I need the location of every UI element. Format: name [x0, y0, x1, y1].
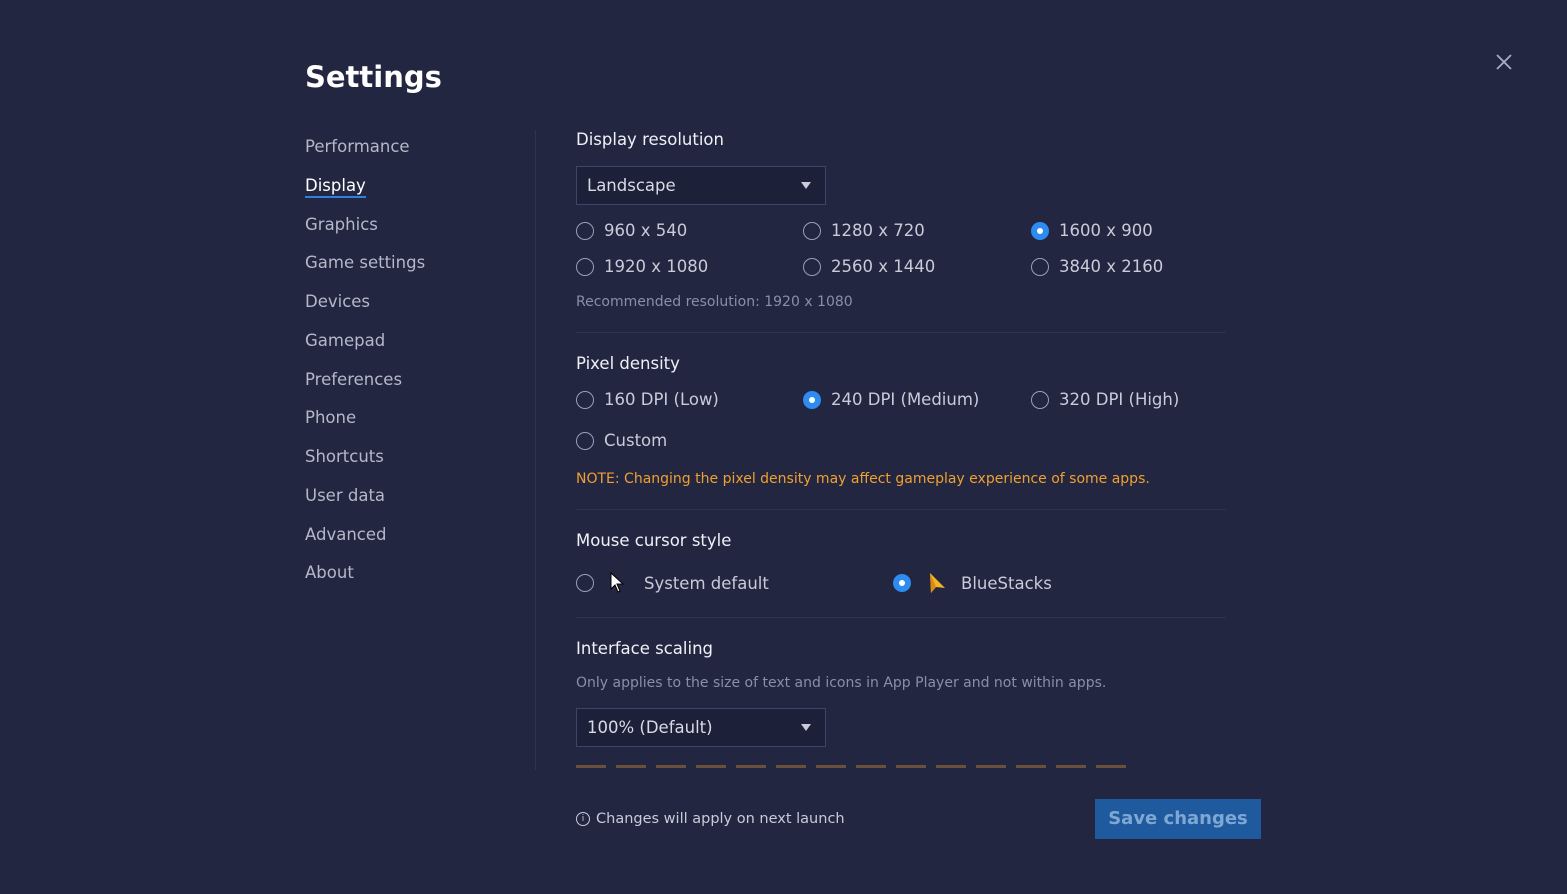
- sidebar-item-devices[interactable]: Devices: [305, 292, 370, 311]
- radio-label: Custom: [604, 431, 668, 450]
- radio-label: BlueStacks: [961, 573, 1052, 593]
- info-icon: i: [576, 812, 590, 826]
- radio-icon: [576, 574, 594, 592]
- pixel-density-note: NOTE: Changing the pixel density may aff…: [576, 471, 1150, 487]
- resolution-radio-1280[interactable]: 1280 x 720: [803, 221, 925, 240]
- resolution-radio-1600[interactable]: 1600 x 900: [1031, 221, 1153, 240]
- radio-label: System default: [644, 573, 769, 593]
- divider: [576, 332, 1226, 333]
- chevron-down-icon: [801, 724, 811, 731]
- pixel-density-heading: Pixel density: [576, 354, 680, 373]
- scaling-value: 100% (Default): [587, 718, 713, 737]
- dpi-radio-320[interactable]: 320 DPI (High): [1031, 390, 1179, 409]
- sidebar-item-advanced[interactable]: Advanced: [305, 525, 387, 544]
- radio-icon: [576, 257, 594, 276]
- dpi-radio-160[interactable]: 160 DPI (Low): [576, 390, 719, 409]
- radio-label: 1280 x 720: [831, 221, 925, 240]
- chevron-down-icon: [801, 182, 811, 189]
- sidebar-item-preferences[interactable]: Preferences: [305, 370, 402, 389]
- dpi-radio-custom[interactable]: Custom: [576, 431, 667, 450]
- radio-icon: [576, 221, 594, 240]
- scaling-dropdown[interactable]: 100% (Default): [576, 708, 826, 747]
- divider: [576, 509, 1226, 510]
- radio-icon: [576, 390, 594, 409]
- sidebar-item-user-data[interactable]: User data: [305, 486, 385, 505]
- sidebar-item-game-settings[interactable]: Game settings: [305, 253, 425, 272]
- radio-label: 1920 x 1080: [604, 257, 709, 276]
- sidebar-item-about[interactable]: About: [305, 563, 354, 582]
- close-icon[interactable]: [1492, 50, 1516, 74]
- orientation-value: Landscape: [587, 176, 676, 195]
- mouse-cursor-heading: Mouse cursor style: [576, 531, 732, 550]
- clipped-note: [576, 765, 1136, 768]
- page-title: Settings: [305, 60, 442, 94]
- dpi-radio-240[interactable]: 240 DPI (Medium): [803, 390, 979, 409]
- cursor-radio-system-default[interactable]: System default: [576, 572, 769, 594]
- footer-info-text: Changes will apply on next launch: [596, 811, 845, 827]
- recommended-resolution: Recommended resolution: 1920 x 1080: [576, 294, 853, 310]
- radio-icon: [803, 221, 821, 240]
- radio-icon: [1031, 390, 1049, 409]
- radio-label: 320 DPI (High): [1059, 390, 1180, 409]
- resolution-radio-2560[interactable]: 2560 x 1440: [803, 257, 935, 276]
- radio-label: 3840 x 2160: [1059, 257, 1164, 276]
- radio-icon: [1031, 257, 1049, 276]
- sidebar-item-graphics[interactable]: Graphics: [305, 215, 378, 234]
- radio-label: 2560 x 1440: [831, 257, 936, 276]
- save-changes-button[interactable]: Save changes: [1095, 799, 1261, 839]
- footer-info: i Changes will apply on next launch: [576, 811, 845, 827]
- radio-label: 160 DPI (Low): [604, 390, 719, 409]
- sidebar-item-gamepad[interactable]: Gamepad: [305, 331, 385, 350]
- interface-scaling-description: Only applies to the size of text and ico…: [576, 675, 1107, 691]
- radio-label: 1600 x 900: [1059, 221, 1153, 240]
- sidebar-item-phone[interactable]: Phone: [305, 408, 356, 427]
- sidebar-divider: [535, 130, 536, 770]
- radio-checked-icon: [803, 390, 821, 409]
- resolution-radio-3840[interactable]: 3840 x 2160: [1031, 257, 1163, 276]
- radio-checked-icon: [893, 574, 911, 592]
- resolution-radio-960[interactable]: 960 x 540: [576, 221, 687, 240]
- orientation-dropdown[interactable]: Landscape: [576, 166, 826, 205]
- sidebar-item-shortcuts[interactable]: Shortcuts: [305, 447, 384, 466]
- radio-icon: [576, 431, 594, 450]
- system-cursor-icon: [610, 572, 625, 593]
- display-resolution-heading: Display resolution: [576, 130, 724, 149]
- interface-scaling-heading: Interface scaling: [576, 639, 713, 658]
- radio-label: 240 DPI (Medium): [831, 390, 980, 409]
- sidebar-item-performance[interactable]: Performance: [305, 137, 410, 156]
- divider: [576, 617, 1226, 618]
- radio-icon: [803, 257, 821, 276]
- radio-checked-icon: [1031, 221, 1049, 240]
- resolution-radio-1920[interactable]: 1920 x 1080: [576, 257, 708, 276]
- radio-label: 960 x 540: [604, 221, 688, 240]
- sidebar-item-display[interactable]: Display: [305, 176, 366, 198]
- bluestacks-cursor-icon: [930, 573, 945, 593]
- cursor-radio-bluestacks[interactable]: BlueStacks: [893, 572, 1052, 594]
